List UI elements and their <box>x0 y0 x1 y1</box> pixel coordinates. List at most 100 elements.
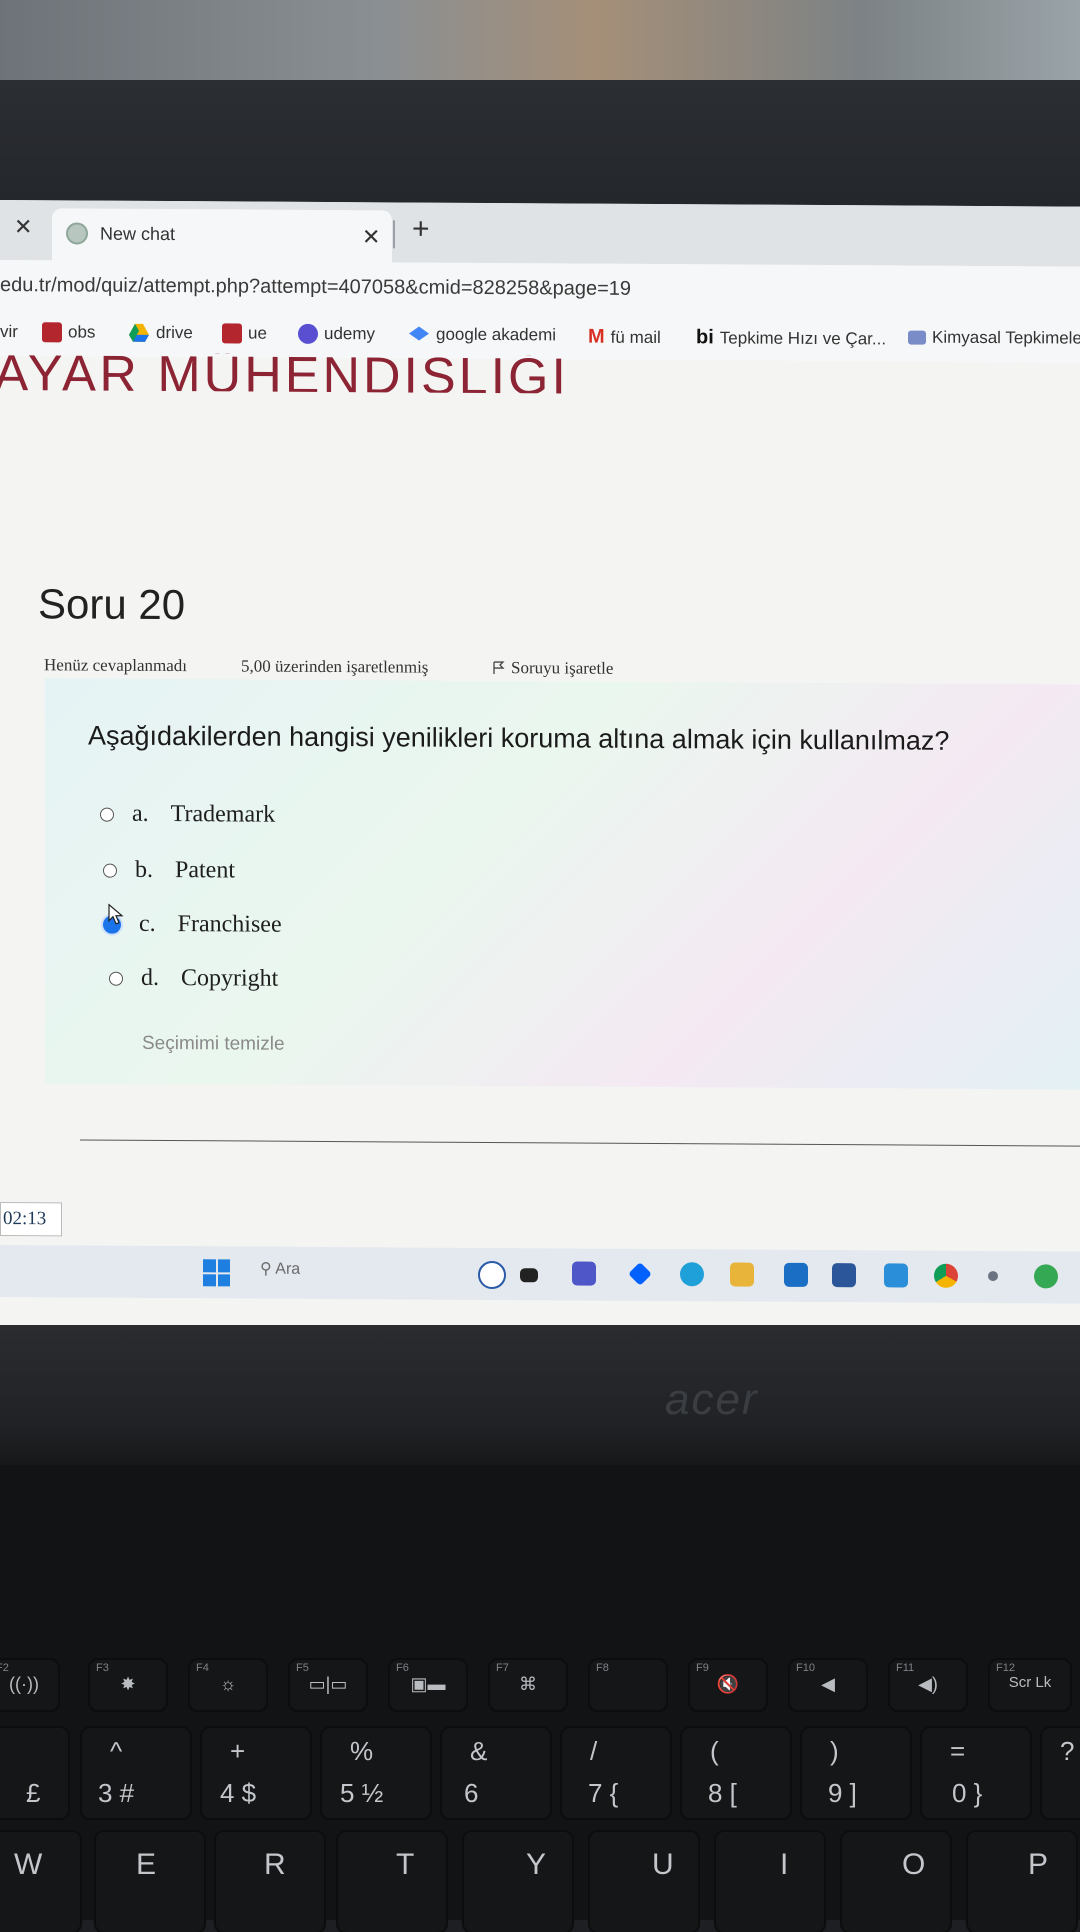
url-text[interactable]: edu.tr/mod/quiz/attempt.php?attempt=4070… <box>0 274 631 301</box>
bookmark-item[interactable]: vir <box>0 322 18 342</box>
mute-icon: 🔇 <box>716 1674 740 1694</box>
key-label: % <box>350 1736 374 1766</box>
radio-button[interactable] <box>109 971 123 986</box>
key-label: ? <box>1060 1736 1075 1766</box>
key-f5[interactable]: F5 ▭|▭ <box>290 1660 366 1710</box>
option-text: Patent <box>175 857 235 884</box>
clear-choice-link[interactable]: Seçimimi temizle <box>142 1033 285 1056</box>
bookmark-fu-mail[interactable]: M fü mail <box>588 326 661 349</box>
bookmark-ue[interactable]: ue <box>222 323 267 344</box>
drive-icon <box>129 323 149 342</box>
key-0[interactable]: = 0 } <box>922 1728 1030 1818</box>
key-f8[interactable]: F8 <box>590 1660 666 1710</box>
key-label: / <box>590 1736 598 1766</box>
bookmark-tepkime[interactable]: bi Tepkime Hızı ve Çar... <box>696 326 886 350</box>
key-f6[interactable]: F6 ▣▬ <box>390 1660 466 1710</box>
key-e[interactable]: E <box>96 1832 204 1932</box>
key-f11[interactable]: F11 ◀) <box>890 1660 966 1710</box>
key-label: F6 <box>396 1662 409 1674</box>
key-4[interactable]: +4 $ <box>202 1728 310 1818</box>
background-room <box>0 0 1080 90</box>
new-tab-button[interactable]: + <box>412 213 430 247</box>
bookmark-drive[interactable]: drive <box>128 323 193 343</box>
key-label: F9 <box>696 1662 709 1674</box>
key-o[interactable]: O <box>842 1832 950 1932</box>
radio-button[interactable] <box>103 863 117 878</box>
udemy-icon <box>298 323 318 344</box>
key-f4[interactable]: F4 ☼ <box>190 1660 266 1710</box>
windows-start-icon[interactable] <box>203 1259 230 1287</box>
bookmark-kimyasal[interactable]: Kimyasal Tepkimele <box>908 328 1080 349</box>
bookmark-google-akademi[interactable]: google akademi <box>408 324 556 345</box>
key-f9[interactable]: F9 🔇 <box>690 1660 766 1710</box>
bookmark-udemy[interactable]: udemy <box>298 323 375 344</box>
option-text: Trademark <box>170 801 276 828</box>
browser-tab-bar: ✕ New chat ✕ + <box>0 200 1080 267</box>
question-marks: 5,00 üzerinden işaretlenmiş <box>241 656 429 677</box>
option-letter: d. <box>141 964 159 991</box>
vscode-icon[interactable] <box>884 1263 908 1288</box>
chrome-icon[interactable] <box>934 1263 958 1288</box>
bookmark-label: Tepkime Hızı ve Çar... <box>719 327 887 348</box>
meet-icon[interactable] <box>572 1261 596 1286</box>
option-a[interactable]: a. Trademark <box>100 801 275 829</box>
key-9[interactable]: ) 9 ] <box>802 1728 910 1818</box>
dell-icon[interactable] <box>478 1260 506 1290</box>
option-c[interactable]: c. Franchisee <box>103 911 282 939</box>
key-label: & <box>470 1736 488 1766</box>
laptop-bezel <box>0 80 1080 220</box>
key-p[interactable]: P <box>968 1832 1076 1932</box>
key-u[interactable]: U <box>590 1832 698 1932</box>
key-f12[interactable]: F12 Scr Lk <box>990 1660 1070 1710</box>
key-3[interactable]: £ <box>0 1728 68 1818</box>
key-i[interactable]: I <box>716 1832 824 1932</box>
key-f7[interactable]: F7 ⌘ <box>490 1660 566 1710</box>
dropbox-icon[interactable] <box>628 1262 652 1286</box>
browser-tab[interactable]: New chat ✕ <box>52 208 392 263</box>
wireless-icon: ((·)) <box>9 1674 39 1694</box>
word-icon[interactable] <box>832 1263 856 1288</box>
explorer-icon[interactable] <box>730 1262 754 1287</box>
flag-question-link[interactable]: Soruyu işaretle <box>493 658 613 679</box>
key-t[interactable]: T <box>338 1832 446 1932</box>
grid-logo-icon <box>222 323 242 344</box>
mail-icon[interactable] <box>784 1262 808 1287</box>
key-r[interactable]: R <box>216 1832 324 1932</box>
files-icon[interactable] <box>520 1268 538 1283</box>
search-placeholder: Ara <box>275 1260 301 1278</box>
key-y[interactable]: Y <box>464 1832 572 1932</box>
key-f10[interactable]: F10 ◀ <box>790 1660 866 1710</box>
key-question[interactable]: ? <box>1042 1728 1080 1818</box>
key-label: 7 { <box>588 1778 619 1808</box>
key-w[interactable]: W <box>0 1832 80 1932</box>
key-5[interactable]: % 5 ½ <box>322 1728 430 1818</box>
key-label: Y <box>526 1848 547 1881</box>
page-header-banner: AYAR MÜHENDİSLİĞİ <box>0 351 569 394</box>
infinity-icon[interactable] <box>1034 1264 1058 1289</box>
volume-down-icon: ◀ <box>821 1674 835 1694</box>
key-label: F3 <box>96 1662 109 1674</box>
key-f3[interactable]: F3 ✸ <box>90 1660 166 1710</box>
key-label: F11 <box>896 1662 915 1674</box>
key-8[interactable]: (8 [ <box>682 1728 790 1818</box>
key-label: F2 <box>0 1662 9 1674</box>
touchpad-icon: ⌘ <box>519 1674 537 1694</box>
edge-icon[interactable] <box>680 1262 704 1287</box>
taskbar-search[interactable]: ⚲ Ara <box>260 1259 300 1279</box>
laptop-screen: ✕ New chat ✕ + edu.tr/mod/quiz/attempt.p… <box>0 200 1080 1332</box>
tab-close-icon[interactable]: ✕ <box>362 224 380 250</box>
radio-button[interactable] <box>100 807 114 822</box>
bookmark-obs[interactable]: obs <box>42 322 95 343</box>
close-icon[interactable]: ✕ <box>14 214 32 240</box>
key-label: + <box>230 1736 246 1766</box>
app-icon[interactable] <box>988 1271 998 1282</box>
key-label: F8 <box>596 1662 609 1674</box>
key-6[interactable]: & 6 <box>442 1728 550 1818</box>
option-d[interactable]: d. Copyright <box>109 965 278 993</box>
key-label: ( <box>710 1736 719 1766</box>
key-7[interactable]: / 7 { <box>562 1728 670 1818</box>
address-bar[interactable]: edu.tr/mod/quiz/attempt.php?attempt=4070… <box>0 260 1080 319</box>
option-b[interactable]: b. Patent <box>103 857 235 885</box>
key-3-hash[interactable]: ^ 3 # <box>82 1728 190 1818</box>
key-f2[interactable]: F2((·)) <box>0 1660 58 1710</box>
